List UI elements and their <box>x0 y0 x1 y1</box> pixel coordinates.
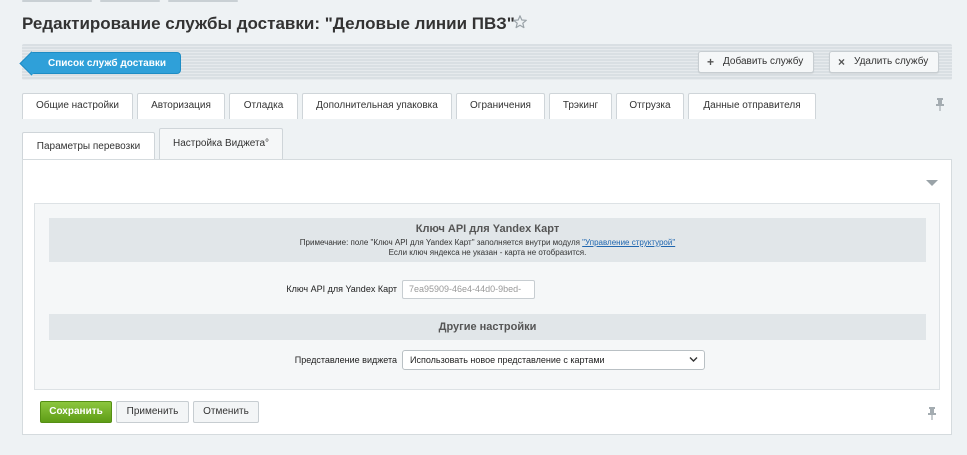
add-service-button[interactable]: + Добавить службу <box>698 51 815 73</box>
tab-tracking[interactable]: Трэкинг <box>549 93 612 119</box>
tab-shipment[interactable]: Отгрузка <box>616 93 684 119</box>
tab-extra-packaging[interactable]: Дополнительная упаковка <box>302 93 452 119</box>
delete-service-button[interactable]: × Удалить службу <box>829 51 940 73</box>
widget-view-label: Представление виджета <box>294 355 397 365</box>
add-service-label: Добавить службу <box>723 56 804 67</box>
section-title-yandex: Ключ API для Yandex Карт <box>415 223 560 235</box>
delivery-services-list-button[interactable]: Список служб доставки <box>30 52 182 74</box>
api-key-label: Ключ API для Yandex Карт <box>286 284 397 294</box>
api-key-input[interactable]: 7ea95909-46e4-44d0-9bed- <box>402 280 535 299</box>
pin-icon[interactable] <box>934 97 946 111</box>
pin-icon-bottom[interactable] <box>926 406 938 420</box>
back-button-label: Список служб доставки <box>48 58 167 69</box>
section-note: Примечание: поле "Ключ API для Yandex Ка… <box>49 238 926 258</box>
structure-management-link[interactable]: "Управление структурой" <box>582 238 675 247</box>
chevron-down-icon <box>689 357 698 362</box>
apply-button[interactable]: Применить <box>116 401 189 423</box>
note-text: Примечание: поле "Ключ API для Yandex Ка… <box>299 238 583 247</box>
subtab-transport-params[interactable]: Параметры перевозки <box>22 132 155 159</box>
section-header-yandex: Ключ API для Yandex Карт Примечание: пол… <box>49 218 926 262</box>
context-toolbar: Список служб доставки + Добавить службу … <box>22 44 952 80</box>
save-button[interactable]: Сохранить <box>40 401 112 423</box>
section-header-other: Другие настройки <box>49 314 926 340</box>
section-title-other: Другие настройки <box>438 321 537 333</box>
widget-view-select[interactable]: Использовать новое представление с карта… <box>402 350 705 370</box>
star-icon[interactable] <box>512 14 528 30</box>
form-area: Ключ API для Yandex Карт Примечание: пол… <box>34 203 940 390</box>
subtab-widget-settings[interactable]: Настройка Виджета° <box>159 128 283 159</box>
widget-view-value: Использовать новое представление с карта… <box>410 355 605 365</box>
page-title: Редактирование службы доставки: "Деловые… <box>22 14 515 33</box>
tab-debug[interactable]: Отладка <box>229 93 298 119</box>
settings-panel: Ключ API для Yandex Карт Примечание: пол… <box>22 159 952 435</box>
collapse-triangle-icon[interactable] <box>925 178 939 188</box>
tab-sender-data[interactable]: Данные отправителя <box>688 93 816 119</box>
top-breadcrumb-strip <box>0 0 967 4</box>
plus-icon: + <box>707 55 715 69</box>
subtabs: Параметры перевозки Настройка Виджета° <box>22 119 952 159</box>
delete-service-label: Удалить службу <box>854 56 929 67</box>
tab-restrictions[interactable]: Ограничения <box>456 93 545 119</box>
tab-authorization[interactable]: Авторизация <box>137 93 225 119</box>
tab-general[interactable]: Общие настройки <box>22 93 133 119</box>
cancel-button[interactable]: Отменить <box>193 401 259 423</box>
note-text-line2: Если ключ яндекса не указан - карта не о… <box>388 248 587 257</box>
close-icon: × <box>838 55 846 69</box>
